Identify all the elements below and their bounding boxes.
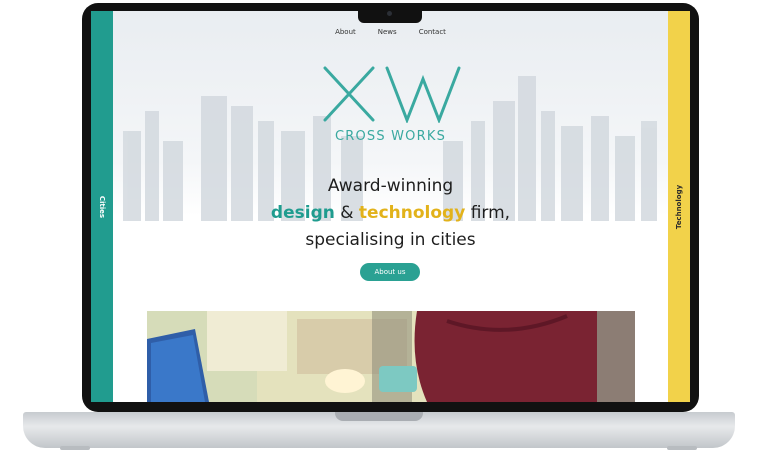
headline-technology: technology [358, 203, 466, 223]
logo-wordmark: CROSS WORKS [334, 129, 447, 144]
screen: Cities About News Contact CROSS WORKS Aw… [91, 11, 690, 402]
headline-design: design [270, 203, 335, 223]
about-us-button[interactable]: About us [360, 263, 420, 281]
nav-about[interactable]: About [335, 28, 356, 36]
xw-logo [323, 66, 461, 123]
laptop-foot-right [667, 446, 697, 450]
sidebar-technology-label: Technology [675, 184, 683, 229]
top-nav: About News Contact [113, 28, 668, 36]
headline-firm: firm, [470, 203, 511, 223]
headline-line-1: Award-winning [327, 176, 454, 196]
nav-news[interactable]: News [378, 28, 397, 36]
office-photo [147, 311, 635, 402]
headline-line-3: specialising in cities [305, 230, 476, 250]
page-content: About News Contact CROSS WORKS Award-win… [113, 11, 668, 402]
nav-contact[interactable]: Contact [419, 28, 446, 36]
camera-icon [387, 11, 392, 16]
laptop-foot-left [60, 446, 90, 450]
hero-headline: Award-winning design & technology firm, … [113, 173, 668, 254]
headline-line-2: design & technology firm, [113, 200, 668, 227]
headline-amp: & [340, 203, 354, 223]
sidebar-cities-label: Cities [98, 195, 106, 218]
camera-notch [358, 7, 422, 23]
trackpad-notch [335, 412, 423, 421]
sidebar-technology[interactable]: Technology [668, 11, 690, 402]
sidebar-cities[interactable]: Cities [91, 11, 113, 402]
